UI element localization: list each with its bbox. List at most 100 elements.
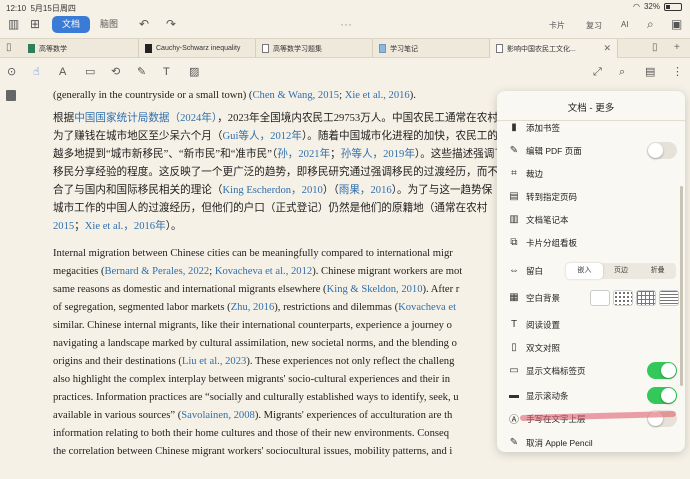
notes-icon bbox=[379, 44, 386, 53]
pencil-icon: ✎ bbox=[509, 437, 519, 448]
background-options bbox=[590, 289, 679, 306]
text-line: of segregation, segmented labor markets … bbox=[53, 302, 457, 313]
text-line: same reasons as domestic and internation… bbox=[53, 284, 460, 295]
panel-scrollbar[interactable] bbox=[680, 186, 683, 386]
text-line: (generally in the countryside or a small… bbox=[53, 90, 416, 101]
text-line: Internal migration between Chinese citie… bbox=[53, 248, 453, 259]
doc-notebook-item[interactable]: ▥ 文档笔记本 bbox=[497, 208, 685, 231]
top-toolbar: ▥ ⊞ 文档 脑图 ↶ ↷ ··· 卡片 复习 AI ⌕ ▣ bbox=[0, 12, 690, 36]
text-line: 合了与国内和国际移民相关的理论（King Escherdon，2010）（雨果，… bbox=[53, 185, 493, 196]
add-tab-icon[interactable]: + bbox=[674, 42, 680, 53]
pointer-tool-icon[interactable]: ☝ bbox=[33, 65, 40, 79]
edit-pdf-icon: ✎ bbox=[509, 145, 519, 156]
annotation-toolbar: ⊙ ☝ A ▭ ⟲ ✎ T ▨ ⤢ ⌕ ▤ ⋮ bbox=[0, 59, 690, 85]
show-doc-tabs-item[interactable]: ▭ 显示文档标签页 bbox=[497, 359, 685, 382]
bg-lines-option[interactable] bbox=[659, 289, 679, 306]
card-button[interactable]: 卡片 bbox=[549, 20, 565, 31]
panel-right-icon[interactable]: ▯ bbox=[652, 42, 658, 53]
more-icon[interactable]: ⋮ bbox=[672, 65, 683, 79]
save-icon[interactable]: ▤ bbox=[645, 65, 655, 79]
outline-icon[interactable] bbox=[6, 90, 16, 101]
review-button[interactable]: 复习 bbox=[586, 20, 602, 31]
text-line: practices. Information practices are “so… bbox=[53, 392, 459, 403]
scan-icon[interactable]: ⊙ bbox=[7, 65, 16, 79]
layout-icon[interactable]: ▣ bbox=[671, 17, 682, 31]
card-board-item[interactable]: ⧉ 卡片分组看板 bbox=[497, 231, 685, 254]
undo-icon[interactable]: ↶ bbox=[139, 17, 149, 31]
text-line: origins and their destinations (Liu et a… bbox=[53, 356, 455, 367]
textbox-tool-icon[interactable]: T bbox=[163, 65, 170, 79]
crop-icon: ⌗ bbox=[511, 168, 517, 179]
edit-pdf-item[interactable]: ✎ 编辑 PDF 页面 bbox=[497, 139, 685, 162]
status-right: ◠ 32% bbox=[633, 2, 682, 11]
edit-pdf-toggle[interactable] bbox=[647, 142, 677, 159]
battery-percent: 32% bbox=[643, 2, 660, 11]
notebook-icon: ▥ bbox=[509, 214, 519, 225]
panel-title: 文档 - 更多 bbox=[567, 103, 615, 114]
ai-button[interactable]: AI bbox=[621, 20, 629, 29]
grid-icon[interactable]: ⊞ bbox=[30, 17, 40, 31]
show-scrollbar-item[interactable]: ▬ 显示滚动条 bbox=[497, 384, 685, 407]
redo-icon[interactable]: ↷ bbox=[166, 17, 176, 31]
document-tab-bar: ▯ 高等数学 Cauchy-Schwarz inequality 高等数学习题集… bbox=[0, 38, 690, 58]
margin-segmented-control: 嵌入 页边 折叠 bbox=[566, 262, 676, 279]
show-scrollbar-toggle[interactable] bbox=[647, 387, 677, 404]
goto-page-icon: ▤ bbox=[509, 191, 519, 202]
bg-grid-option[interactable] bbox=[636, 289, 656, 306]
pen-tool-icon[interactable]: ✎ bbox=[137, 65, 146, 79]
text-line: the correlation between Chinese migrant … bbox=[53, 446, 453, 457]
text-line: megacities (Bernard & Perales, 2022; Kov… bbox=[53, 266, 463, 277]
panel-left-icon[interactable]: ▯ bbox=[6, 42, 12, 53]
crop-item[interactable]: ⌗ 裁边 bbox=[497, 162, 685, 185]
goto-page-item[interactable]: ▤ 转到指定页码 bbox=[497, 185, 685, 208]
image-tool-icon[interactable]: ▨ bbox=[189, 65, 199, 79]
fullscreen-icon[interactable]: ⤢ bbox=[593, 65, 602, 79]
search-icon[interactable]: ⌕ bbox=[647, 17, 654, 31]
cancel-apple-pencil-item[interactable]: ✎ 取消 Apple Pencil bbox=[497, 431, 685, 452]
bg-plain-option[interactable] bbox=[590, 289, 610, 306]
bookmark-icon: ▮ bbox=[511, 122, 517, 133]
page-icon bbox=[496, 44, 503, 53]
tab-mindmap[interactable]: 脑图 bbox=[100, 16, 118, 33]
bilingual-item[interactable]: ▯ 双文对照 bbox=[497, 336, 685, 359]
text-line: similar. Chinese internal migrants, like… bbox=[53, 320, 452, 331]
text-line: 为了赚钱在城市地区至少呆六个月（Gui等人，2012年）。随着中国城市化进程的加… bbox=[53, 131, 498, 142]
more-dots-icon[interactable]: ··· bbox=[340, 17, 352, 31]
blank-background-item: ▦ 空白背景 bbox=[497, 286, 685, 309]
margin-page-option[interactable]: 页边 bbox=[603, 263, 640, 279]
background-icon: ▦ bbox=[509, 292, 519, 303]
document-icon bbox=[145, 44, 152, 53]
text-line: 城市工作的中国人的过渡经历，但他们的户口（正式登记）仍然是他们的原籍地（通常在农… bbox=[53, 203, 488, 214]
scrollbar-icon: ▬ bbox=[509, 390, 519, 401]
text-highlight-icon[interactable]: A bbox=[59, 65, 66, 79]
bg-dots-option[interactable] bbox=[613, 289, 633, 306]
reading-settings-icon: T bbox=[510, 319, 518, 330]
margin-item: ⇔ 留白 嵌入 页边 折叠 bbox=[497, 259, 685, 282]
doc-tab-active[interactable]: 影响中国农民工文化... ✕ bbox=[490, 39, 618, 58]
doc-tab[interactable]: 学习笔记 bbox=[373, 39, 490, 58]
wifi-icon: ◠ bbox=[633, 2, 640, 11]
page-icon bbox=[262, 44, 269, 53]
book-icon bbox=[28, 44, 35, 53]
add-bookmark-item[interactable]: ▮ 添加书签 bbox=[497, 116, 685, 139]
search-doc-icon[interactable]: ⌕ bbox=[619, 65, 625, 79]
text-line: 2015；Xie et al.，2016年）。 bbox=[53, 221, 182, 232]
margin-icon: ⇔ bbox=[509, 265, 519, 276]
handwriting-icon: Ⓐ bbox=[509, 415, 519, 426]
close-icon[interactable]: ✕ bbox=[603, 43, 611, 54]
lasso-tool-icon[interactable]: ⟲ bbox=[111, 65, 120, 79]
show-doc-tabs-toggle[interactable] bbox=[647, 362, 677, 379]
tab-document[interactable]: 文档 bbox=[52, 16, 90, 33]
doc-tab[interactable]: 高等数学 bbox=[22, 39, 139, 58]
reading-settings-item[interactable]: T 阅读设置 bbox=[497, 313, 685, 336]
document-content: (generally in the countryside or a small… bbox=[53, 86, 503, 479]
doc-tab[interactable]: Cauchy-Schwarz inequality bbox=[139, 39, 256, 58]
text-line: 移民分享经验的程度。这反映了一个更广泛的趋势，即移民研究通过强调移民的过渡经历，… bbox=[53, 167, 503, 178]
rectangle-tool-icon[interactable]: ▭ bbox=[85, 65, 95, 79]
battery-icon bbox=[664, 2, 682, 11]
margin-embed-option[interactable]: 嵌入 bbox=[566, 262, 603, 279]
doc-tab[interactable]: 高等数学习题集 bbox=[256, 39, 373, 58]
text-line: information relating to both their home … bbox=[53, 428, 449, 439]
margin-fold-option[interactable]: 折叠 bbox=[639, 263, 676, 279]
sidebar-toggle-icon[interactable]: ▥ bbox=[8, 17, 19, 31]
